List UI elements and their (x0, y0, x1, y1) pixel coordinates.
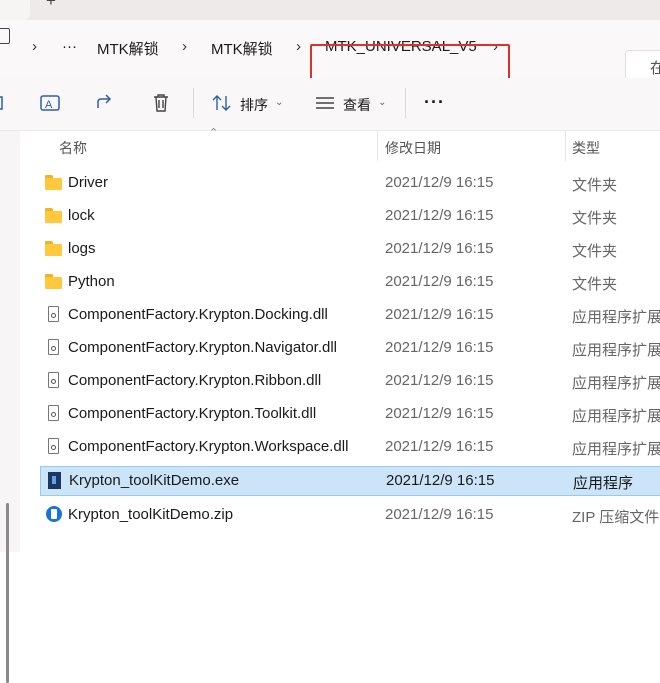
file-date: 2021/12/9 16:15 (385, 306, 494, 323)
cut-icon[interactable] (0, 96, 4, 110)
computer-icon[interactable] (0, 28, 10, 44)
file-date: 2021/12/9 16:15 (385, 174, 494, 191)
file-row[interactable]: Driver 2021/12/9 16:15 文件夹 (40, 168, 660, 198)
command-separator (193, 88, 194, 118)
command-separator (405, 88, 406, 118)
folder-icon (45, 175, 62, 190)
file-row[interactable]: ComponentFactory.Krypton.Toolkit.dll 202… (40, 399, 660, 429)
file-date: 2021/12/9 16:15 (385, 405, 494, 422)
folder-icon (45, 274, 62, 289)
file-row[interactable]: ComponentFactory.Krypton.Workspace.dll 2… (40, 432, 660, 462)
share-icon[interactable] (96, 94, 116, 112)
file-row[interactable]: Python 2021/12/9 16:15 文件夹 (40, 267, 660, 297)
view-icon[interactable] (315, 96, 335, 110)
file-name: logs (68, 240, 96, 257)
breadcrumb-overflow[interactable]: ··· (62, 38, 77, 55)
file-name: lock (68, 207, 95, 224)
file-row-selected[interactable]: Krypton_toolKitDemo.exe 2021/12/9 16:15 … (40, 466, 660, 496)
sort-icon[interactable] (212, 94, 232, 112)
file-date: 2021/12/9 16:15 (385, 506, 494, 523)
file-name: ComponentFactory.Krypton.Navigator.dll (68, 339, 338, 356)
file-type: 应用程序扩展 (572, 309, 660, 326)
file-name: Python (68, 273, 115, 290)
column-header-date[interactable]: 修改日期 (385, 138, 441, 158)
file-date: 2021/12/9 16:15 (385, 207, 494, 224)
file-row[interactable]: ComponentFactory.Krypton.Ribbon.dll 2021… (40, 366, 660, 396)
file-type: 文件夹 (572, 243, 618, 260)
file-date: 2021/12/9 16:15 (386, 472, 495, 489)
file-date: 2021/12/9 16:15 (385, 273, 494, 290)
sort-button[interactable]: 排序 (240, 95, 268, 115)
dll-icon (45, 306, 62, 322)
file-type: 应用程序扩展 (572, 408, 660, 425)
column-header-type[interactable]: 类型 (572, 138, 600, 158)
file-type: 文件夹 (572, 276, 618, 293)
file-date: 2021/12/9 16:15 (385, 438, 494, 455)
view-button[interactable]: 查看 (343, 95, 371, 115)
file-name: Driver (68, 174, 108, 191)
file-row[interactable]: logs 2021/12/9 16:15 文件夹 (40, 234, 660, 264)
rename-icon[interactable]: A (40, 94, 60, 112)
dll-icon (45, 372, 62, 388)
file-row[interactable]: lock 2021/12/9 16:15 文件夹 (40, 201, 660, 231)
file-row[interactable]: ComponentFactory.Krypton.Docking.dll 202… (40, 300, 660, 330)
file-date: 2021/12/9 16:15 (385, 240, 494, 257)
dll-icon (45, 405, 62, 421)
breadcrumb-chevron[interactable]: › (32, 38, 37, 55)
current-tab[interactable] (0, 0, 30, 20)
dll-icon (45, 438, 62, 454)
file-row[interactable]: Krypton_toolKitDemo.zip 2021/12/9 16:15 … (40, 500, 660, 530)
file-name: ComponentFactory.Krypton.Workspace.dll (68, 438, 349, 455)
file-type: 应用程序 (573, 475, 634, 492)
file-row[interactable]: ComponentFactory.Krypton.Navigator.dll 2… (40, 333, 660, 363)
file-type: 应用程序扩展 (572, 441, 660, 458)
svg-text:A: A (45, 99, 53, 111)
chevron-down-icon[interactable]: ⌄ (275, 97, 283, 108)
sort-ascending-icon: ⌃ (209, 127, 219, 139)
navigation-pane[interactable] (0, 131, 20, 683)
navigation-scrollbar[interactable] (6, 503, 9, 683)
column-header-name[interactable]: 名称 (59, 138, 87, 158)
new-tab-button[interactable]: + (46, 0, 56, 11)
folder-icon (45, 241, 62, 256)
dll-icon (45, 339, 62, 355)
file-name: ComponentFactory.Krypton.Ribbon.dll (68, 372, 322, 389)
breadcrumb-item-mtk-2[interactable]: MTK解锁 (211, 38, 273, 59)
breadcrumb-item-mtk-1[interactable]: MTK解锁 (97, 38, 159, 59)
file-type: 应用程序扩展 (572, 375, 660, 392)
column-divider[interactable] (565, 131, 566, 161)
column-divider[interactable] (377, 131, 378, 161)
file-name: ComponentFactory.Krypton.Docking.dll (68, 306, 328, 323)
delete-icon[interactable] (152, 93, 170, 113)
file-type: 文件夹 (572, 177, 618, 194)
chevron-down-icon[interactable]: ⌄ (378, 97, 386, 108)
file-type: 文件夹 (572, 210, 618, 227)
file-date: 2021/12/9 16:15 (385, 339, 494, 356)
breadcrumb-chevron[interactable]: › (296, 38, 301, 55)
file-name: Krypton_toolKitDemo.exe (69, 472, 240, 489)
file-type: ZIP 压缩文件 (572, 509, 660, 526)
search-placeholder: 在 (650, 60, 660, 77)
file-name: ComponentFactory.Krypton.Toolkit.dll (68, 405, 317, 422)
zip-icon (45, 506, 62, 522)
file-type: 应用程序扩展 (572, 342, 660, 359)
more-button[interactable]: ··· (424, 92, 445, 113)
file-date: 2021/12/9 16:15 (385, 372, 494, 389)
file-name: Krypton_toolKitDemo.zip (68, 506, 234, 523)
folder-icon (45, 208, 62, 223)
breadcrumb-chevron[interactable]: › (182, 38, 187, 55)
exe-icon (46, 472, 63, 489)
tab-strip: + (0, 0, 660, 20)
address-bar: › ··· › MTK解锁 MTK解锁 › MTK_UNIVERSAL_V5 ›… (0, 20, 660, 88)
